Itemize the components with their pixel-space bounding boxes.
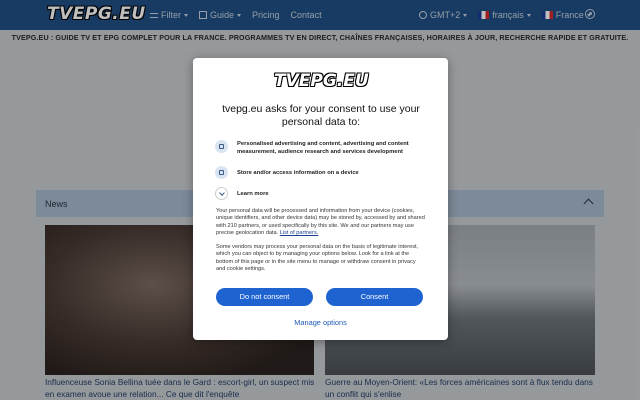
chevron-down-icon [215,187,228,200]
consent-paragraph-text: Your personal data will be processed and… [216,208,425,236]
manage-options-link[interactable]: Manage options [193,318,448,327]
person-icon [215,140,228,153]
purpose-item: Store and/or access information on a dev… [215,166,430,179]
learn-more-toggle[interactable]: Learn more [215,187,430,200]
consent-dialog: TVEPG.EU tvepg.eu asks for your consent … [193,58,448,340]
device-icon [215,166,228,179]
purpose-text: Store and/or access information on a dev… [237,169,359,176]
consent-title: tvepg.eu asks for your consent to use yo… [222,103,420,128]
consent-paragraph: Some vendors may process your personal d… [216,244,419,272]
partners-link[interactable]: List of partners. [280,230,319,236]
purpose-text: Personalised advertising and content, ad… [237,141,409,155]
purpose-item: Personalised advertising and content, ad… [215,140,430,156]
consent-button[interactable]: Consent [326,288,423,306]
consent-paragraph: Your personal data will be processed and… [216,208,426,237]
do-not-consent-button[interactable]: Do not consent [216,288,313,306]
consent-logo: TVEPG.EU [274,71,369,91]
learn-more-label: Learn more [237,190,269,197]
